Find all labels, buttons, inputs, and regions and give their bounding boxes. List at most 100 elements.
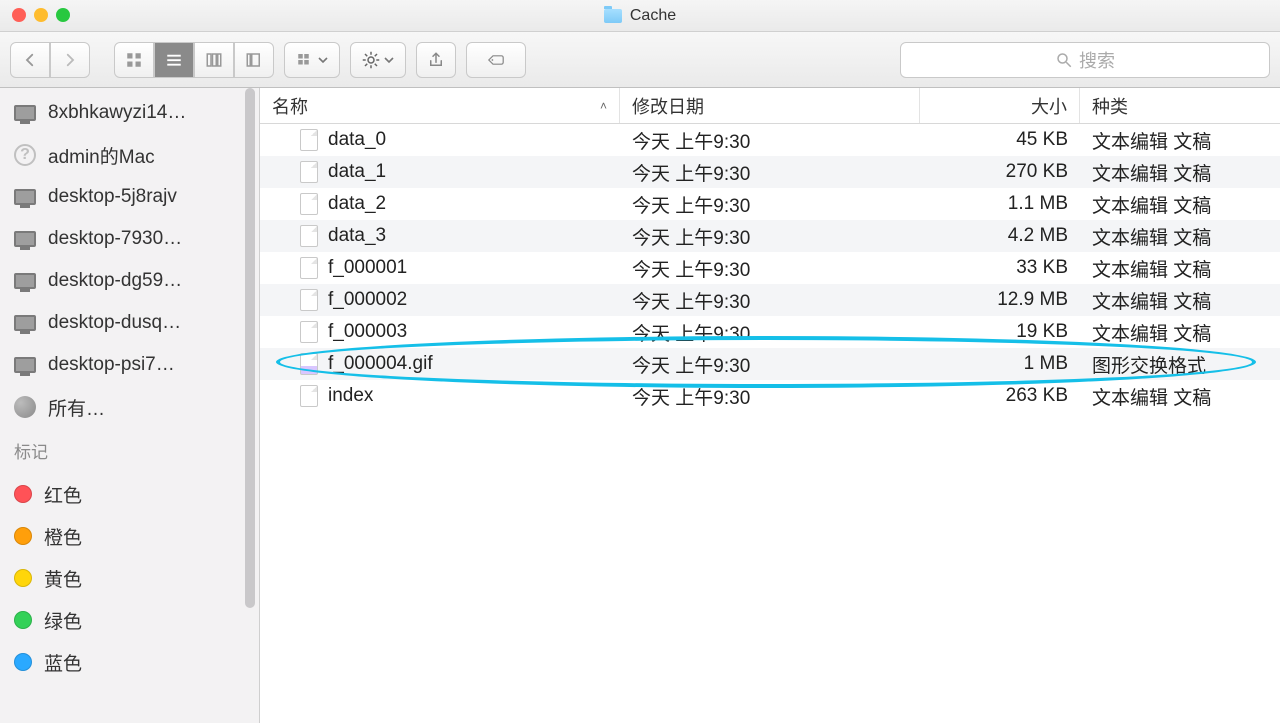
sidebar-item-device[interactable]: desktop-psi7… bbox=[0, 344, 249, 386]
file-icon bbox=[300, 225, 318, 247]
file-row[interactable]: f_000001今天 上午9:3033 KB文本编辑 文稿 bbox=[260, 252, 1280, 284]
file-row[interactable]: data_1今天 上午9:30270 KB文本编辑 文稿 bbox=[260, 156, 1280, 188]
monitor-icon bbox=[14, 357, 36, 373]
sidebar-item-tag[interactable]: 蓝色 bbox=[0, 641, 249, 683]
share-button[interactable] bbox=[416, 42, 456, 78]
sidebar-item-label: 黄色 bbox=[44, 565, 82, 592]
file-name: f_000002 bbox=[328, 289, 407, 311]
sidebar-item-device[interactable]: desktop-dg59… bbox=[0, 260, 249, 302]
file-kind: 图形交换格式 bbox=[1080, 351, 1280, 378]
sidebar-tags-section: 红色橙色黄色绿色蓝色 bbox=[0, 469, 249, 687]
file-icon bbox=[300, 193, 318, 215]
gallery-icon bbox=[245, 51, 263, 69]
file-name: data_2 bbox=[328, 193, 386, 215]
tag-color-dot bbox=[14, 611, 32, 629]
sidebar-item-device[interactable]: desktop-dusq… bbox=[0, 302, 249, 344]
column-header-name-label: 名称 bbox=[272, 93, 308, 119]
sidebar-item-tag[interactable]: 黄色 bbox=[0, 557, 249, 599]
file-kind: 文本编辑 文稿 bbox=[1080, 255, 1280, 282]
sidebar-item-label: desktop-7930… bbox=[48, 228, 182, 250]
monitor-icon bbox=[14, 189, 36, 205]
sidebar-item-device[interactable]: desktop-7930… bbox=[0, 218, 249, 260]
search-placeholder: 搜索 bbox=[1079, 47, 1115, 73]
sidebar-scrollbar[interactable] bbox=[243, 88, 257, 723]
file-size: 33 KB bbox=[920, 257, 1080, 279]
sidebar-item-label: 所有… bbox=[48, 394, 105, 421]
edit-tags-button[interactable] bbox=[466, 42, 526, 78]
column-header-name[interactable]: 名称 ˄ bbox=[260, 88, 620, 123]
list-icon bbox=[165, 51, 183, 69]
column-header-date[interactable]: 修改日期 bbox=[620, 88, 920, 123]
forward-button[interactable] bbox=[50, 42, 90, 78]
sidebar-tags-header: 标记 bbox=[0, 432, 249, 469]
file-size: 1.1 MB bbox=[920, 193, 1080, 215]
grid-icon bbox=[125, 51, 143, 69]
sidebar-item-device[interactable]: 8xbhkawyzi14… bbox=[0, 92, 249, 134]
gallery-view-button[interactable] bbox=[234, 42, 274, 78]
minimize-window-button[interactable] bbox=[34, 8, 48, 22]
file-row[interactable]: f_000002今天 上午9:3012.9 MB文本编辑 文稿 bbox=[260, 284, 1280, 316]
group-by-button[interactable] bbox=[284, 42, 340, 78]
tag-icon bbox=[487, 51, 505, 69]
file-row[interactable]: f_000004.gif今天 上午9:301 MB图形交换格式 bbox=[260, 348, 1280, 380]
file-size: 263 KB bbox=[920, 385, 1080, 407]
file-date: 今天 上午9:30 bbox=[620, 287, 920, 314]
chevron-down-icon bbox=[384, 55, 394, 65]
file-kind: 文本编辑 文稿 bbox=[1080, 223, 1280, 250]
file-icon bbox=[300, 129, 318, 151]
file-kind: 文本编辑 文稿 bbox=[1080, 159, 1280, 186]
monitor-icon bbox=[14, 231, 36, 247]
file-name: f_000003 bbox=[328, 321, 407, 343]
column-headers: 名称 ˄ 修改日期 大小 种类 bbox=[260, 88, 1280, 124]
file-row[interactable]: data_0今天 上午9:3045 KB文本编辑 文稿 bbox=[260, 124, 1280, 156]
view-mode-buttons bbox=[114, 42, 274, 78]
file-size: 4.2 MB bbox=[920, 225, 1080, 247]
toolbar: 搜索 bbox=[0, 32, 1280, 88]
column-view-button[interactable] bbox=[194, 42, 234, 78]
sidebar-item-label: 红色 bbox=[44, 481, 82, 508]
file-name: f_000004.gif bbox=[328, 353, 433, 375]
file-icon bbox=[300, 385, 318, 407]
sidebar-item-tag[interactable]: 橙色 bbox=[0, 515, 249, 557]
file-date: 今天 上午9:30 bbox=[620, 127, 920, 154]
action-menu-button[interactable] bbox=[350, 42, 406, 78]
chevron-down-icon bbox=[318, 55, 328, 65]
sidebar-item-device[interactable]: 所有… bbox=[0, 386, 249, 428]
sort-ascending-icon: ˄ bbox=[600, 99, 607, 113]
chevron-left-icon bbox=[21, 51, 39, 69]
column-header-size[interactable]: 大小 bbox=[920, 88, 1080, 123]
file-row[interactable]: f_000003今天 上午9:3019 KB文本编辑 文稿 bbox=[260, 316, 1280, 348]
file-kind: 文本编辑 文稿 bbox=[1080, 191, 1280, 218]
icon-view-button[interactable] bbox=[114, 42, 154, 78]
file-row[interactable]: index今天 上午9:30263 KB文本编辑 文稿 bbox=[260, 380, 1280, 412]
sidebar-item-tag[interactable]: 绿色 bbox=[0, 599, 249, 641]
file-icon bbox=[300, 161, 318, 183]
monitor-icon bbox=[14, 315, 36, 331]
globe-icon bbox=[14, 396, 36, 418]
gear-icon bbox=[362, 51, 380, 69]
search-field[interactable]: 搜索 bbox=[900, 42, 1270, 78]
close-window-button[interactable] bbox=[12, 8, 26, 22]
window-controls bbox=[12, 8, 70, 22]
sidebar-scroll-thumb[interactable] bbox=[245, 88, 255, 608]
sidebar-item-tag[interactable]: 红色 bbox=[0, 473, 249, 515]
monitor-icon bbox=[14, 273, 36, 289]
sidebar-devices-section: 8xbhkawyzi14…?admin的Macdesktop-5j8rajv de… bbox=[0, 88, 249, 432]
sidebar-item-device[interactable]: desktop-5j8rajv bbox=[0, 176, 249, 218]
file-date: 今天 上午9:30 bbox=[620, 319, 920, 346]
window-title: Cache bbox=[604, 7, 676, 25]
share-icon bbox=[427, 51, 445, 69]
file-name: data_1 bbox=[328, 161, 386, 183]
sidebar: 8xbhkawyzi14…?admin的Macdesktop-5j8rajv de… bbox=[0, 88, 260, 723]
tag-color-dot bbox=[14, 653, 32, 671]
fullscreen-window-button[interactable] bbox=[56, 8, 70, 22]
tag-color-dot bbox=[14, 569, 32, 587]
sidebar-item-device[interactable]: ?admin的Mac bbox=[0, 134, 249, 176]
file-row[interactable]: data_3今天 上午9:304.2 MB文本编辑 文稿 bbox=[260, 220, 1280, 252]
columns-icon bbox=[205, 51, 223, 69]
back-button[interactable] bbox=[10, 42, 50, 78]
column-header-kind[interactable]: 种类 bbox=[1080, 88, 1280, 123]
sidebar-item-label: desktop-dusq… bbox=[48, 312, 181, 334]
list-view-button[interactable] bbox=[154, 42, 194, 78]
file-row[interactable]: data_2今天 上午9:301.1 MB文本编辑 文稿 bbox=[260, 188, 1280, 220]
